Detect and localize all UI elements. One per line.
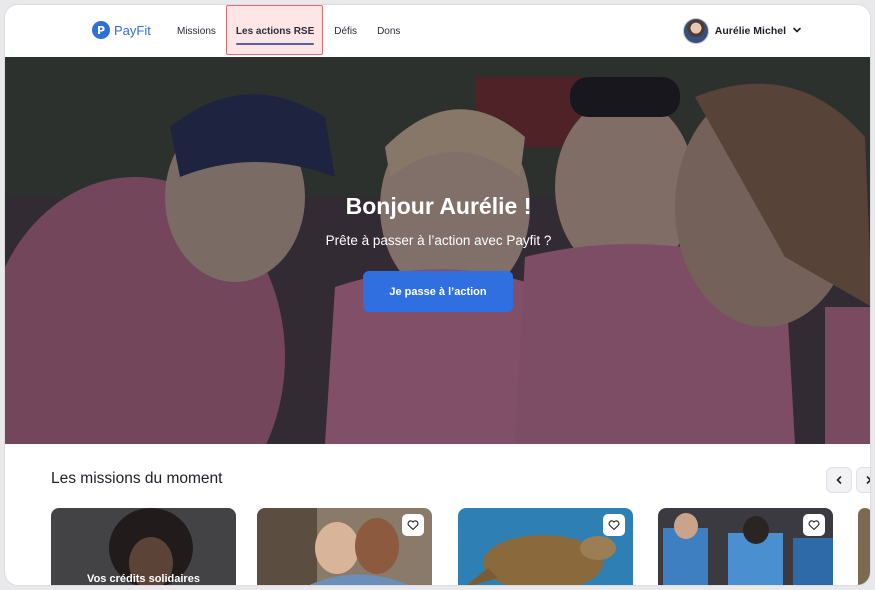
mission-card[interactable]: Vos crédits solidaires [51,508,236,585]
mission-card-partial[interactable] [858,508,870,585]
heart-icon[interactable] [603,514,625,536]
app-window: P PayFit Missions Les actions RSE Défis … [4,4,871,586]
chevron-left-icon [836,476,842,484]
brand-name: PayFit [114,22,151,38]
main-nav: Missions Les actions RSE Défis Dons [177,5,420,57]
brand-logo[interactable]: P PayFit [92,21,151,39]
card-label: Vos crédits solidaires [87,573,200,585]
payfit-logo-icon: P [92,21,110,39]
top-navbar: P PayFit Missions Les actions RSE Défis … [5,5,870,57]
mission-card[interactable] [257,508,432,585]
nav-item-missions[interactable]: Missions [177,26,216,37]
hero-banner: Bonjour Aurélie ! Prête à passer à l’act… [5,57,870,444]
hero-subtitle: Prête à passer à l’action avec Payfit ? [325,233,552,248]
chevron-down-icon[interactable] [792,25,802,38]
heart-icon[interactable] [803,514,825,536]
avatar[interactable] [682,18,709,44]
user-menu[interactable]: Aurélie Michel [682,18,802,44]
nav-item-dons[interactable]: Dons [377,26,400,37]
user-name[interactable]: Aurélie Michel [715,25,786,37]
chevron-right-icon [866,476,870,484]
hero-cta-button[interactable]: Je passe à l’action [363,271,513,312]
heart-icon[interactable] [402,514,424,536]
carousel-prev-button[interactable] [826,467,852,493]
card-image [858,508,870,585]
mission-card[interactable] [458,508,633,585]
carousel-next-button[interactable] [856,467,870,493]
nav-item-actions-rse[interactable]: Les actions RSE [235,26,315,45]
mission-card[interactable] [658,508,833,585]
hero-title: Bonjour Aurélie ! [345,193,532,219]
nav-item-defis[interactable]: Défis [334,26,357,37]
missions-section-title: Les missions du moment [51,470,223,487]
hero-overlay [5,57,870,444]
